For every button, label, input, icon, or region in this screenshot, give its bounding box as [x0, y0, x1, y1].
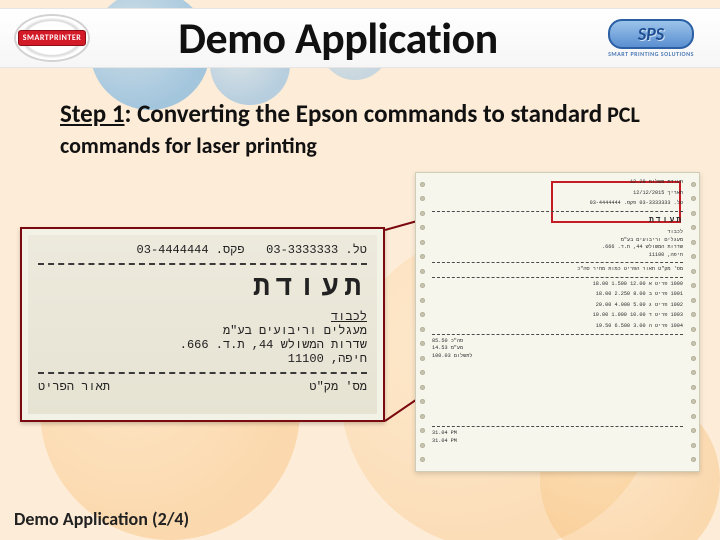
table-row: 1002 פריט ג 5.00 4.000 20.00: [432, 302, 683, 310]
page-columns: מס' מק"ט תאור הפריט כמות מחיר סה"כ: [432, 266, 683, 274]
sps-logo: SPS SMART PRINTING SOLUTIONS: [596, 16, 706, 60]
step-separator: :: [125, 98, 138, 129]
page-big-heading: תעודת: [432, 215, 683, 227]
page-header2: תאריך 12/12/2015: [432, 190, 683, 198]
page-totals: סה"כ 85.50 מע"מ 14.53 לתשלום 100.03: [432, 338, 683, 361]
footer-progress: (2/4): [152, 508, 189, 530]
page-header1: תעודת משלוח 12.29: [432, 179, 683, 187]
slide-footer: Demo Application (2/4): [14, 508, 189, 530]
footer-label: Demo Application: [14, 508, 148, 530]
zoom-footer-left: תאור הפריט: [38, 380, 110, 394]
zoom-to-label: לכבוד: [38, 310, 367, 324]
zoom-phone-line: טל. 03-3333333 פקס. 03-4444444: [38, 243, 367, 257]
divider: [38, 372, 367, 374]
step-label: Step 1: [60, 98, 125, 129]
zoom-footer-right: מס' מק"ט: [309, 380, 367, 394]
table-row: 1001 פריט ב 8.00 2.250 18.00: [432, 291, 683, 299]
zoom-callout-frame: טל. 03-3333333 פקס. 03-4444444 תעודת לכב…: [20, 227, 385, 422]
zoom-heading: תעודת: [38, 273, 367, 304]
sps-logo-text: SPS: [608, 19, 694, 49]
printout-page: תעודת משלוח 12.29 תאריך 12/12/2015 טל. 0…: [415, 172, 700, 472]
sprocket-holes-right: [687, 173, 699, 471]
diagram: טל. 03-3333333 פקס. 03-4444444 תעודת לכב…: [20, 172, 700, 472]
table-row: 1003 פריט ד 10.00 1.000 10.00: [432, 312, 683, 320]
table-row: 1004 פריט ה 3.00 6.500 19.50: [432, 323, 683, 331]
zoom-callout-content: טל. 03-3333333 פקס. 03-4444444 תעודת לכב…: [28, 235, 377, 414]
page-title: Demo Application: [80, 11, 596, 65]
sprocket-holes-left: [416, 173, 428, 471]
printout-body: תעודת משלוח 12.29 תאריך 12/12/2015 טל. 0…: [432, 179, 683, 465]
page-phone: טל. 03-3333333 פקס. 03-4444444: [432, 200, 683, 208]
divider: [38, 263, 367, 265]
zoom-city-zip: חיפה, 11100: [38, 352, 367, 366]
page-to-block: לכבוד מעגלים וריבועים בע"מ שדרות המשולש …: [432, 229, 683, 259]
step-body: Converting the Epson commands to standar…: [137, 98, 602, 129]
smartprinter-logo-text: SMARTPRINTER: [18, 30, 87, 46]
page-footer-time: 31.04 PM 31.04 PM: [432, 430, 683, 445]
step-heading: Step 1: Converting the Epson commands to…: [60, 98, 660, 161]
smartprinter-logo: SMARTPRINTER: [14, 14, 90, 62]
zoom-company: מעגלים וריבועים בע"מ: [38, 324, 367, 338]
title-banner: SMARTPRINTER Demo Application SPS SMART …: [0, 8, 720, 68]
sps-logo-tagline: SMART PRINTING SOLUTIONS: [608, 50, 694, 58]
zoom-address: שדרות המשולש 44, ת.ד. 666.: [38, 338, 367, 352]
table-row: 1000 פריט א 12.00 1.500 18.00: [432, 281, 683, 289]
